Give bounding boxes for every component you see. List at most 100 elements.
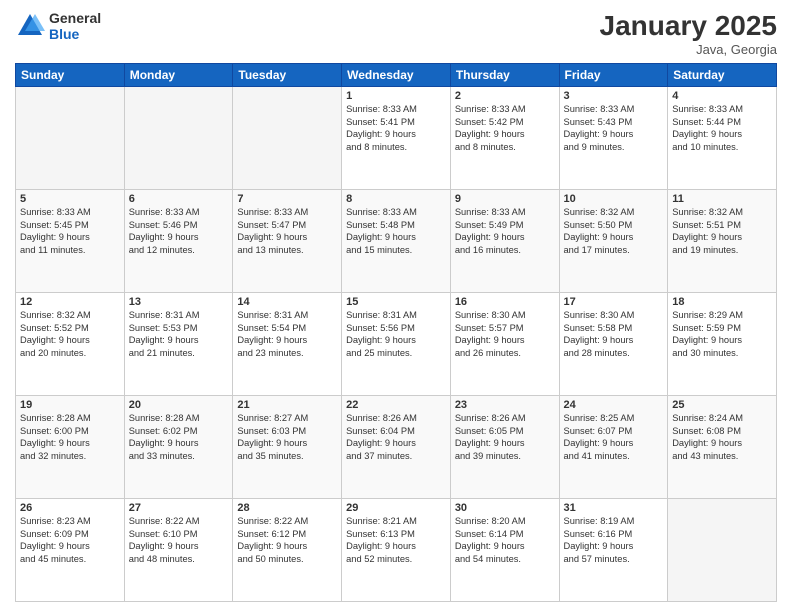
day-number: 13 xyxy=(129,296,229,308)
table-cell: 13Sunrise: 8:31 AM Sunset: 5:53 PM Dayli… xyxy=(124,293,233,396)
cell-content: Sunrise: 8:20 AM Sunset: 6:14 PM Dayligh… xyxy=(455,515,555,565)
logo: General Blue xyxy=(15,10,101,42)
logo-icon xyxy=(15,11,45,41)
day-number: 16 xyxy=(455,296,555,308)
day-number: 7 xyxy=(237,193,337,205)
day-number: 2 xyxy=(455,90,555,102)
day-number: 10 xyxy=(564,193,664,205)
table-cell: 22Sunrise: 8:26 AM Sunset: 6:04 PM Dayli… xyxy=(342,396,451,499)
table-cell xyxy=(233,87,342,190)
table-cell xyxy=(16,87,125,190)
day-number: 21 xyxy=(237,399,337,411)
cell-content: Sunrise: 8:33 AM Sunset: 5:44 PM Dayligh… xyxy=(672,103,772,153)
table-cell: 24Sunrise: 8:25 AM Sunset: 6:07 PM Dayli… xyxy=(559,396,668,499)
cell-content: Sunrise: 8:32 AM Sunset: 5:52 PM Dayligh… xyxy=(20,309,120,359)
cell-content: Sunrise: 8:33 AM Sunset: 5:45 PM Dayligh… xyxy=(20,206,120,256)
cell-content: Sunrise: 8:22 AM Sunset: 6:12 PM Dayligh… xyxy=(237,515,337,565)
table-cell: 4Sunrise: 8:33 AM Sunset: 5:44 PM Daylig… xyxy=(668,87,777,190)
day-number: 28 xyxy=(237,502,337,514)
day-number: 31 xyxy=(564,502,664,514)
cell-content: Sunrise: 8:27 AM Sunset: 6:03 PM Dayligh… xyxy=(237,412,337,462)
table-cell: 2Sunrise: 8:33 AM Sunset: 5:42 PM Daylig… xyxy=(450,87,559,190)
cell-content: Sunrise: 8:22 AM Sunset: 6:10 PM Dayligh… xyxy=(129,515,229,565)
table-cell: 27Sunrise: 8:22 AM Sunset: 6:10 PM Dayli… xyxy=(124,499,233,602)
day-number: 1 xyxy=(346,90,446,102)
week-row-5: 26Sunrise: 8:23 AM Sunset: 6:09 PM Dayli… xyxy=(16,499,777,602)
day-number: 29 xyxy=(346,502,446,514)
table-cell: 28Sunrise: 8:22 AM Sunset: 6:12 PM Dayli… xyxy=(233,499,342,602)
day-number: 22 xyxy=(346,399,446,411)
day-number: 12 xyxy=(20,296,120,308)
col-tuesday: Tuesday xyxy=(233,64,342,87)
table-cell: 18Sunrise: 8:29 AM Sunset: 5:59 PM Dayli… xyxy=(668,293,777,396)
cell-content: Sunrise: 8:25 AM Sunset: 6:07 PM Dayligh… xyxy=(564,412,664,462)
table-cell: 7Sunrise: 8:33 AM Sunset: 5:47 PM Daylig… xyxy=(233,190,342,293)
day-number: 11 xyxy=(672,193,772,205)
day-number: 17 xyxy=(564,296,664,308)
cell-content: Sunrise: 8:33 AM Sunset: 5:41 PM Dayligh… xyxy=(346,103,446,153)
day-number: 9 xyxy=(455,193,555,205)
day-number: 3 xyxy=(564,90,664,102)
day-number: 18 xyxy=(672,296,772,308)
day-number: 23 xyxy=(455,399,555,411)
cell-content: Sunrise: 8:21 AM Sunset: 6:13 PM Dayligh… xyxy=(346,515,446,565)
day-number: 26 xyxy=(20,502,120,514)
table-cell: 9Sunrise: 8:33 AM Sunset: 5:49 PM Daylig… xyxy=(450,190,559,293)
cell-content: Sunrise: 8:23 AM Sunset: 6:09 PM Dayligh… xyxy=(20,515,120,565)
table-cell: 11Sunrise: 8:32 AM Sunset: 5:51 PM Dayli… xyxy=(668,190,777,293)
cell-content: Sunrise: 8:33 AM Sunset: 5:47 PM Dayligh… xyxy=(237,206,337,256)
table-cell: 21Sunrise: 8:27 AM Sunset: 6:03 PM Dayli… xyxy=(233,396,342,499)
cell-content: Sunrise: 8:33 AM Sunset: 5:49 PM Dayligh… xyxy=(455,206,555,256)
day-number: 6 xyxy=(129,193,229,205)
day-number: 20 xyxy=(129,399,229,411)
table-cell: 19Sunrise: 8:28 AM Sunset: 6:00 PM Dayli… xyxy=(16,396,125,499)
week-row-2: 5Sunrise: 8:33 AM Sunset: 5:45 PM Daylig… xyxy=(16,190,777,293)
cell-content: Sunrise: 8:32 AM Sunset: 5:51 PM Dayligh… xyxy=(672,206,772,256)
table-cell: 16Sunrise: 8:30 AM Sunset: 5:57 PM Dayli… xyxy=(450,293,559,396)
cell-content: Sunrise: 8:29 AM Sunset: 5:59 PM Dayligh… xyxy=(672,309,772,359)
week-row-1: 1Sunrise: 8:33 AM Sunset: 5:41 PM Daylig… xyxy=(16,87,777,190)
cell-content: Sunrise: 8:33 AM Sunset: 5:42 PM Dayligh… xyxy=(455,103,555,153)
title-area: January 2025 Java, Georgia xyxy=(600,10,777,57)
cell-content: Sunrise: 8:32 AM Sunset: 5:50 PM Dayligh… xyxy=(564,206,664,256)
calendar-table: Sunday Monday Tuesday Wednesday Thursday… xyxy=(15,63,777,602)
table-cell: 30Sunrise: 8:20 AM Sunset: 6:14 PM Dayli… xyxy=(450,499,559,602)
cell-content: Sunrise: 8:26 AM Sunset: 6:05 PM Dayligh… xyxy=(455,412,555,462)
table-cell: 31Sunrise: 8:19 AM Sunset: 6:16 PM Dayli… xyxy=(559,499,668,602)
col-wednesday: Wednesday xyxy=(342,64,451,87)
table-cell: 3Sunrise: 8:33 AM Sunset: 5:43 PM Daylig… xyxy=(559,87,668,190)
table-cell: 20Sunrise: 8:28 AM Sunset: 6:02 PM Dayli… xyxy=(124,396,233,499)
day-number: 30 xyxy=(455,502,555,514)
month-title: January 2025 xyxy=(600,10,777,42)
cell-content: Sunrise: 8:33 AM Sunset: 5:43 PM Dayligh… xyxy=(564,103,664,153)
table-cell xyxy=(668,499,777,602)
cell-content: Sunrise: 8:19 AM Sunset: 6:16 PM Dayligh… xyxy=(564,515,664,565)
table-cell: 6Sunrise: 8:33 AM Sunset: 5:46 PM Daylig… xyxy=(124,190,233,293)
cell-content: Sunrise: 8:28 AM Sunset: 6:00 PM Dayligh… xyxy=(20,412,120,462)
week-row-3: 12Sunrise: 8:32 AM Sunset: 5:52 PM Dayli… xyxy=(16,293,777,396)
cell-content: Sunrise: 8:30 AM Sunset: 5:58 PM Dayligh… xyxy=(564,309,664,359)
cell-content: Sunrise: 8:33 AM Sunset: 5:48 PM Dayligh… xyxy=(346,206,446,256)
header: General Blue January 2025 Java, Georgia xyxy=(15,10,777,57)
table-cell: 25Sunrise: 8:24 AM Sunset: 6:08 PM Dayli… xyxy=(668,396,777,499)
table-cell: 14Sunrise: 8:31 AM Sunset: 5:54 PM Dayli… xyxy=(233,293,342,396)
cell-content: Sunrise: 8:28 AM Sunset: 6:02 PM Dayligh… xyxy=(129,412,229,462)
day-number: 8 xyxy=(346,193,446,205)
day-number: 25 xyxy=(672,399,772,411)
cell-content: Sunrise: 8:31 AM Sunset: 5:56 PM Dayligh… xyxy=(346,309,446,359)
day-number: 5 xyxy=(20,193,120,205)
cell-content: Sunrise: 8:31 AM Sunset: 5:53 PM Dayligh… xyxy=(129,309,229,359)
table-cell: 17Sunrise: 8:30 AM Sunset: 5:58 PM Dayli… xyxy=(559,293,668,396)
cell-content: Sunrise: 8:33 AM Sunset: 5:46 PM Dayligh… xyxy=(129,206,229,256)
subtitle: Java, Georgia xyxy=(600,42,777,57)
cell-content: Sunrise: 8:26 AM Sunset: 6:04 PM Dayligh… xyxy=(346,412,446,462)
table-cell: 8Sunrise: 8:33 AM Sunset: 5:48 PM Daylig… xyxy=(342,190,451,293)
cell-content: Sunrise: 8:24 AM Sunset: 6:08 PM Dayligh… xyxy=(672,412,772,462)
table-cell: 5Sunrise: 8:33 AM Sunset: 5:45 PM Daylig… xyxy=(16,190,125,293)
table-cell: 26Sunrise: 8:23 AM Sunset: 6:09 PM Dayli… xyxy=(16,499,125,602)
header-row: Sunday Monday Tuesday Wednesday Thursday… xyxy=(16,64,777,87)
day-number: 4 xyxy=(672,90,772,102)
day-number: 14 xyxy=(237,296,337,308)
col-sunday: Sunday xyxy=(16,64,125,87)
table-cell: 15Sunrise: 8:31 AM Sunset: 5:56 PM Dayli… xyxy=(342,293,451,396)
